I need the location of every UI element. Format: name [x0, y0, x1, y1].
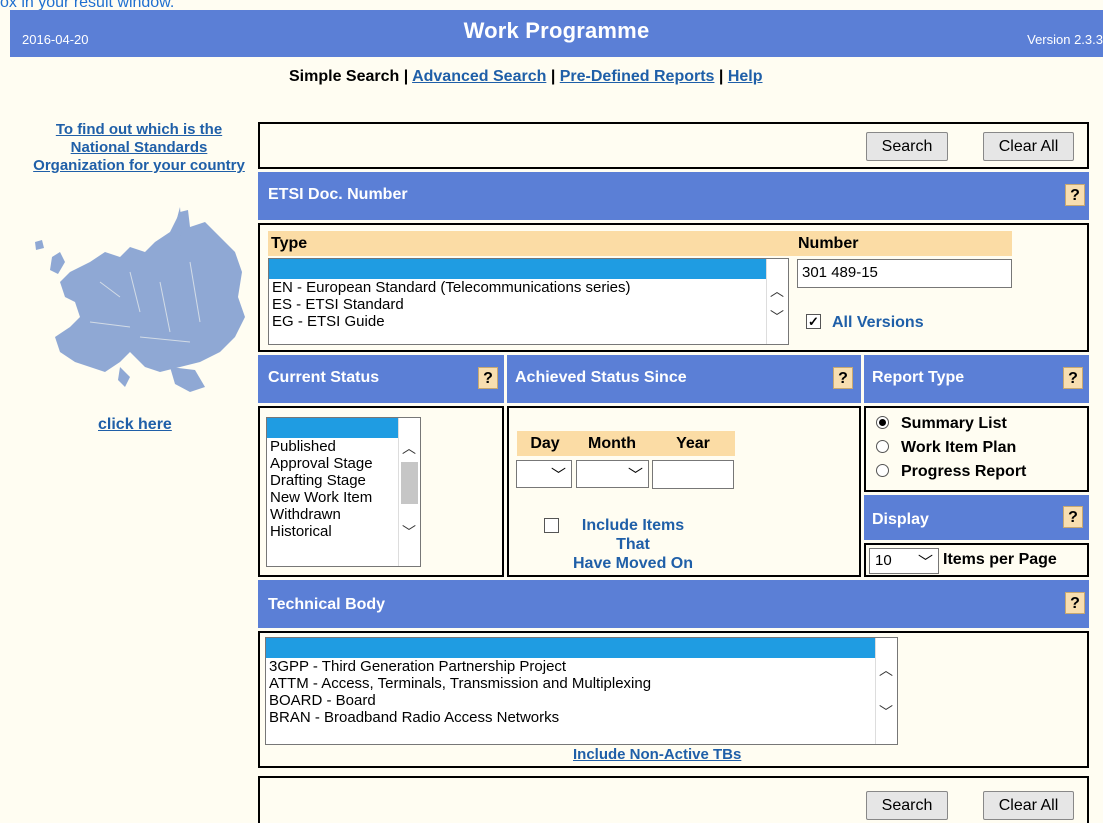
nav-advanced-search[interactable]: Advanced Search [412, 68, 546, 85]
work-item-plan-radio[interactable] [876, 440, 889, 453]
scroll-thumb[interactable] [401, 462, 418, 504]
year-label: Year [651, 431, 735, 456]
page-title: Work Programme [463, 18, 650, 43]
report-type-help-icon[interactable]: ? [1063, 367, 1083, 389]
achieved-status-title: Achieved Status Since [515, 369, 687, 386]
tb-option[interactable]: BRAN - Broadband Radio Access Networks [266, 709, 897, 726]
all-versions-label: All Versions [832, 314, 924, 331]
technical-body-panel: 3GPP - Third Generation Partnership Proj… [258, 631, 1089, 768]
nav-sep: | [403, 68, 409, 85]
items-per-page-value: 10 [875, 552, 892, 569]
main-nav: Simple Search | Advanced Search | Pre-De… [289, 68, 763, 86]
top-search-bar: Search Clear All [258, 122, 1089, 169]
number-input[interactable]: 301 489-15 [797, 259, 1012, 288]
version-label: Version 2.3.3 [1027, 32, 1103, 47]
nav-predefined-reports[interactable]: Pre-Defined Reports [560, 68, 715, 85]
month-select[interactable]: ﹀ [576, 460, 649, 488]
chevron-down-icon[interactable]: ﹀ [879, 704, 893, 721]
etsi-doc-header: ETSI Doc. Number ? [258, 172, 1089, 220]
include-moved-label: Include Items That Have Moved On [567, 516, 699, 573]
chevron-down-icon[interactable]: ﹀ [402, 524, 416, 541]
type-scrollbar[interactable]: ︿ ﹀ [766, 259, 788, 344]
achieved-status-help-icon[interactable]: ? [833, 367, 853, 389]
include-moved-line2: Have Moved On [572, 555, 694, 572]
work-item-plan-label: Work Item Plan [901, 439, 1017, 456]
nav-sep: | [550, 68, 556, 85]
report-type-panel: Summary List Work Item Plan Progress Rep… [864, 406, 1089, 492]
number-label: Number [795, 231, 1012, 256]
current-status-panel: Published Approval Stage Drafting Stage … [258, 406, 504, 577]
search-button-bottom[interactable]: Search [866, 791, 948, 820]
tb-option[interactable]: ATTM - Access, Terminals, Transmission a… [266, 675, 897, 692]
display-header: Display ? [864, 495, 1089, 540]
etsi-doc-panel: Type Number EN - European Standard (Tele… [258, 223, 1089, 352]
current-status-header: Current Status ? [258, 355, 504, 403]
bottom-search-bar: Search Clear All [258, 776, 1089, 823]
all-versions-checkbox[interactable]: ✓ [806, 314, 821, 329]
clear-all-button-bottom[interactable]: Clear All [983, 791, 1074, 820]
tb-option[interactable]: BOARD - Board [266, 692, 897, 709]
technical-body-listbox[interactable]: 3GPP - Third Generation Partnership Proj… [265, 637, 898, 745]
click-here-link[interactable]: click here [98, 416, 172, 434]
report-type-title: Report Type [872, 369, 965, 386]
progress-report-label: Progress Report [901, 463, 1027, 480]
chevron-down-icon: ﹀ [550, 467, 566, 484]
current-status-help-icon[interactable]: ? [478, 367, 498, 389]
type-option[interactable]: ES - ETSI Standard [269, 296, 788, 313]
year-input[interactable] [652, 460, 734, 489]
clear-all-button-top[interactable]: Clear All [983, 132, 1074, 161]
include-non-active-link[interactable]: Include Non-Active TBs [573, 746, 741, 763]
display-help-icon[interactable]: ? [1063, 506, 1083, 528]
display-title: Display [872, 511, 929, 528]
achieved-status-header: Achieved Status Since ? [507, 355, 861, 403]
tb-blank-option[interactable] [266, 638, 897, 658]
day-select[interactable]: ﹀ [516, 460, 572, 488]
chevron-up-icon[interactable]: ︿ [879, 662, 893, 679]
etsi-doc-help-icon[interactable]: ? [1065, 184, 1085, 206]
include-moved-checkbox[interactable] [544, 518, 559, 533]
type-option[interactable]: EN - European Standard (Telecommunicatio… [269, 279, 788, 296]
day-label: Day [517, 431, 573, 456]
nav-help[interactable]: Help [728, 68, 763, 85]
technical-body-title: Technical Body [268, 596, 386, 613]
title-bar: 2016-04-20 Work Programme Version 2.3.3 [10, 10, 1103, 57]
items-per-page-label: Items per Page [943, 551, 1057, 568]
tb-scrollbar[interactable]: ︿ ﹀ [875, 638, 897, 744]
status-scrollbar[interactable]: ︿ ﹀ [398, 418, 420, 566]
type-listbox[interactable]: EN - European Standard (Telecommunicatio… [268, 258, 789, 345]
type-label: Type [268, 231, 796, 256]
chevron-up-icon[interactable]: ︿ [402, 440, 416, 457]
summary-list-label: Summary List [901, 415, 1007, 432]
month-label: Month [573, 431, 651, 456]
summary-list-radio[interactable] [876, 416, 889, 429]
chevron-down-icon: ﹀ [917, 554, 933, 571]
etsi-doc-title: ETSI Doc. Number [268, 186, 408, 203]
chevron-down-icon: ﹀ [627, 467, 643, 484]
technical-body-header: Technical Body ? [258, 580, 1089, 628]
chevron-down-icon[interactable]: ﹀ [770, 309, 784, 326]
type-blank-option[interactable] [269, 259, 788, 279]
progress-report-radio[interactable] [876, 464, 889, 477]
search-button-top[interactable]: Search [866, 132, 948, 161]
display-panel: 10 ﹀ Items per Page [864, 543, 1089, 577]
include-moved-line1: Include Items That [581, 517, 685, 553]
achieved-status-panel: Day Month Year ﹀ ﹀ Include Items That Ha… [507, 406, 861, 577]
type-option[interactable]: EG - ETSI Guide [269, 313, 788, 330]
items-per-page-select[interactable]: 10 ﹀ [869, 548, 939, 574]
europe-map[interactable] [30, 202, 248, 402]
chevron-up-icon[interactable]: ︿ [770, 283, 784, 300]
nso-link[interactable]: To find out which is the National Standa… [30, 121, 248, 175]
nav-sep: | [718, 68, 724, 85]
current-status-title: Current Status [268, 369, 380, 386]
report-type-header: Report Type ? [864, 355, 1089, 403]
status-listbox[interactable]: Published Approval Stage Drafting Stage … [266, 417, 421, 567]
technical-body-help-icon[interactable]: ? [1065, 592, 1085, 614]
tb-option[interactable]: 3GPP - Third Generation Partnership Proj… [266, 658, 897, 675]
nav-simple-search: Simple Search [289, 68, 400, 85]
